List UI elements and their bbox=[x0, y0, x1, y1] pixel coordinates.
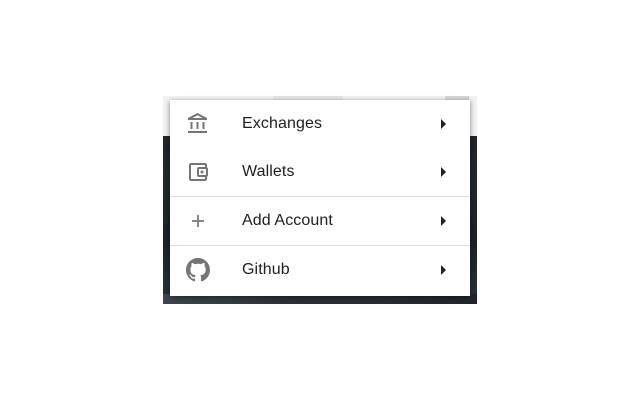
plus-icon bbox=[186, 209, 210, 233]
menu-item-label: Add Account bbox=[242, 212, 333, 229]
chevron-right-icon bbox=[441, 216, 446, 226]
bank-icon bbox=[186, 112, 210, 136]
github-icon bbox=[186, 258, 210, 282]
menu-item-label: Github bbox=[242, 261, 290, 278]
menu-item-label: Exchanges bbox=[242, 115, 323, 132]
menu-item-wallets[interactable]: Wallets bbox=[170, 148, 470, 196]
menu-item-exchanges[interactable]: Exchanges bbox=[170, 100, 470, 148]
wallet-icon bbox=[186, 160, 210, 184]
chevron-right-icon bbox=[441, 265, 446, 275]
account-menu: Exchanges Wallets Add Account Github bbox=[170, 100, 470, 296]
menu-item-github[interactable]: Github bbox=[170, 245, 470, 294]
chevron-right-icon bbox=[441, 167, 446, 177]
screen: Exchanges Wallets Add Account Github bbox=[0, 0, 640, 400]
chevron-right-icon bbox=[441, 119, 446, 129]
menu-item-add-account[interactable]: Add Account bbox=[170, 196, 470, 245]
menu-item-label: Wallets bbox=[242, 163, 295, 180]
